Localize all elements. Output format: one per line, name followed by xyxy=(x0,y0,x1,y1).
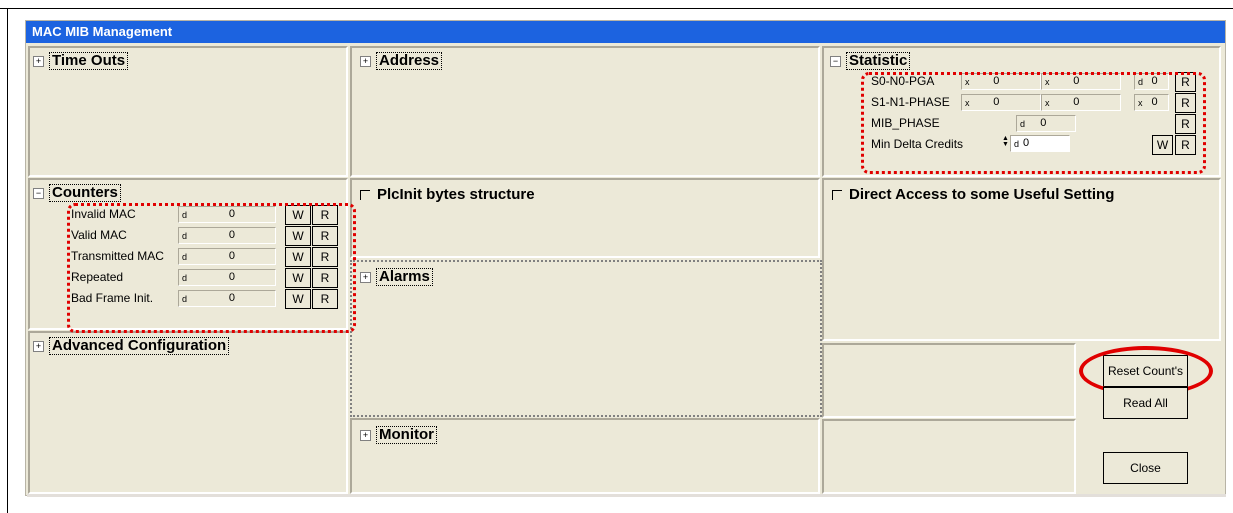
timeouts-panel: + Time Outs xyxy=(28,46,348,177)
timeouts-label: Time Outs xyxy=(49,52,129,70)
address-label: Address xyxy=(376,52,443,70)
expand-icon[interactable]: + xyxy=(33,340,44,352)
alarms-label: Alarms xyxy=(376,268,433,286)
counters-highlight xyxy=(67,203,356,333)
monitor-panel: + Monitor xyxy=(350,418,820,494)
expand-icon[interactable]: + xyxy=(360,429,371,441)
timeouts-header[interactable]: + Time Outs xyxy=(33,52,129,70)
advanced-config-label: Advanced Configuration xyxy=(49,337,230,355)
frame-line xyxy=(0,8,1233,9)
lower-right-panel-2 xyxy=(822,419,1076,494)
statistic-header[interactable]: − Statistic xyxy=(830,52,911,70)
checkbox-icon[interactable] xyxy=(360,189,370,200)
monitor-label: Monitor xyxy=(376,426,437,444)
address-header[interactable]: + Address xyxy=(360,52,443,70)
collapse-icon[interactable]: − xyxy=(33,187,44,199)
expand-icon[interactable]: + xyxy=(360,55,371,67)
expand-icon[interactable]: + xyxy=(360,271,371,283)
direct-access-header[interactable]: Direct Access to some Useful Setting xyxy=(832,186,1114,203)
statistic-label: Statistic xyxy=(846,52,911,70)
statistic-highlight xyxy=(861,72,1206,174)
counters-label: Counters xyxy=(49,184,121,202)
checkbox-icon[interactable] xyxy=(832,189,842,200)
collapse-icon[interactable]: − xyxy=(830,55,841,67)
plcinit-label: PlcInit bytes structure xyxy=(377,186,535,203)
window-title: MAC MIB Management xyxy=(26,21,1225,43)
alarms-header[interactable]: + Alarms xyxy=(360,268,433,286)
read-all-button[interactable]: Read All xyxy=(1103,387,1188,419)
frame-line xyxy=(7,8,8,513)
expand-icon[interactable]: + xyxy=(33,55,44,67)
direct-access-label: Direct Access to some Useful Setting xyxy=(849,186,1115,203)
plcinit-panel: PlcInit bytes structure xyxy=(350,178,820,258)
mac-mib-window: MAC MIB Management + Time Outs + Address… xyxy=(25,20,1226,497)
address-panel: + Address xyxy=(350,46,820,177)
alarms-panel: + Alarms xyxy=(350,260,822,417)
advanced-config-panel: + Advanced Configuration xyxy=(28,331,348,494)
lower-right-panel-1 xyxy=(822,343,1076,418)
close-button[interactable]: Close xyxy=(1103,452,1188,484)
counters-header[interactable]: − Counters xyxy=(33,184,121,202)
advanced-config-header[interactable]: + Advanced Configuration xyxy=(33,337,230,355)
direct-access-panel: Direct Access to some Useful Setting xyxy=(822,178,1221,341)
plcinit-header[interactable]: PlcInit bytes structure xyxy=(360,186,535,203)
monitor-header[interactable]: + Monitor xyxy=(360,426,437,444)
window-bottom-strip xyxy=(27,494,1226,497)
